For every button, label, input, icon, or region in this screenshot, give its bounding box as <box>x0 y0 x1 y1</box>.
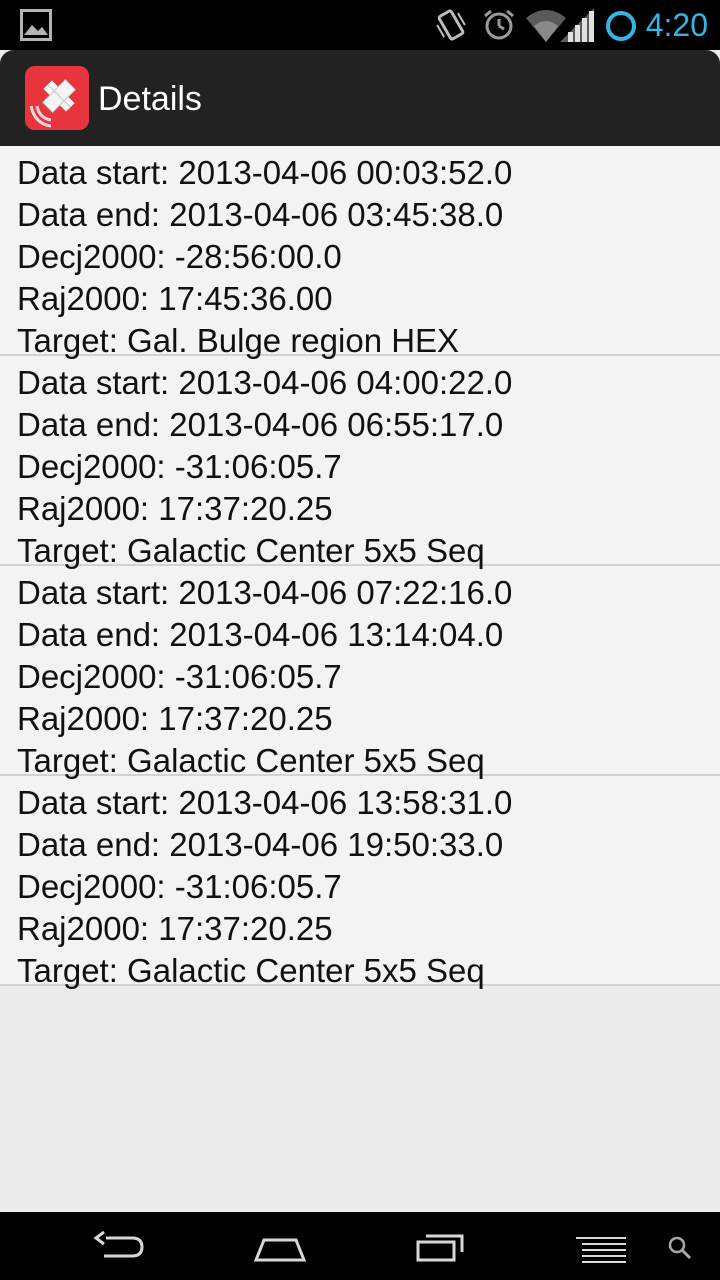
battery-circle-icon <box>606 11 636 41</box>
details-list: Data start: 2013-04-06 00:03:52.0 Data e… <box>0 146 720 1212</box>
menu-icon[interactable] <box>574 1234 628 1264</box>
data-end: Data end: 2013-04-06 06:55:17.0 <box>17 406 504 443</box>
recent-apps-icon[interactable] <box>414 1230 470 1264</box>
data-start: Data start: 2013-04-06 13:58:31.0 <box>17 784 513 821</box>
decj2000: Decj2000: -31:06:05.7 <box>17 658 342 695</box>
search-icon[interactable] <box>666 1234 694 1262</box>
back-icon[interactable] <box>92 1230 148 1264</box>
raj2000: Raj2000: 17:37:20.25 <box>17 700 333 737</box>
signal-icon <box>560 8 594 42</box>
decj2000: Decj2000: -31:06:05.7 <box>17 448 342 485</box>
list-item[interactable]: Data start: 2013-04-06 07:22:16.0 Data e… <box>0 566 720 779</box>
list-item[interactable]: Data start: 2013-04-06 13:58:31.0 Data e… <box>0 776 720 989</box>
list-item[interactable]: Data start: 2013-04-06 00:03:52.0 Data e… <box>0 146 720 359</box>
raj2000: Raj2000: 17:37:20.25 <box>17 490 333 527</box>
picture-notification-icon <box>20 9 52 41</box>
home-icon[interactable] <box>252 1232 308 1262</box>
raj2000: Raj2000: 17:37:20.25 <box>17 910 333 947</box>
status-time: 4:20 <box>645 7 708 43</box>
target: Target: Galactic Center 5x5 Seq <box>17 952 485 989</box>
decj2000: Decj2000: -28:56:00.0 <box>17 238 342 275</box>
status-bar: 4:20 <box>0 0 720 50</box>
page-title: Details <box>98 80 202 118</box>
decj2000: Decj2000: -31:06:05.7 <box>17 868 342 905</box>
alarm-icon <box>484 9 514 40</box>
navigation-bar <box>0 1212 720 1280</box>
data-start: Data start: 2013-04-06 07:22:16.0 <box>17 574 513 611</box>
data-end: Data end: 2013-04-06 03:45:38.0 <box>17 196 504 233</box>
data-end: Data end: 2013-04-06 13:14:04.0 <box>17 616 504 653</box>
raj2000: Raj2000: 17:45:36.00 <box>17 280 333 317</box>
list-item[interactable]: Data start: 2013-04-06 04:00:22.0 Data e… <box>0 356 720 569</box>
satellite-app-icon[interactable] <box>25 66 89 130</box>
data-start: Data start: 2013-04-06 00:03:52.0 <box>17 154 513 191</box>
vibrate-icon <box>436 9 466 41</box>
action-bar: Details <box>0 50 720 146</box>
data-start: Data start: 2013-04-06 04:00:22.0 <box>17 364 513 401</box>
satellite-icon <box>25 66 89 130</box>
data-end: Data end: 2013-04-06 19:50:33.0 <box>17 826 504 863</box>
